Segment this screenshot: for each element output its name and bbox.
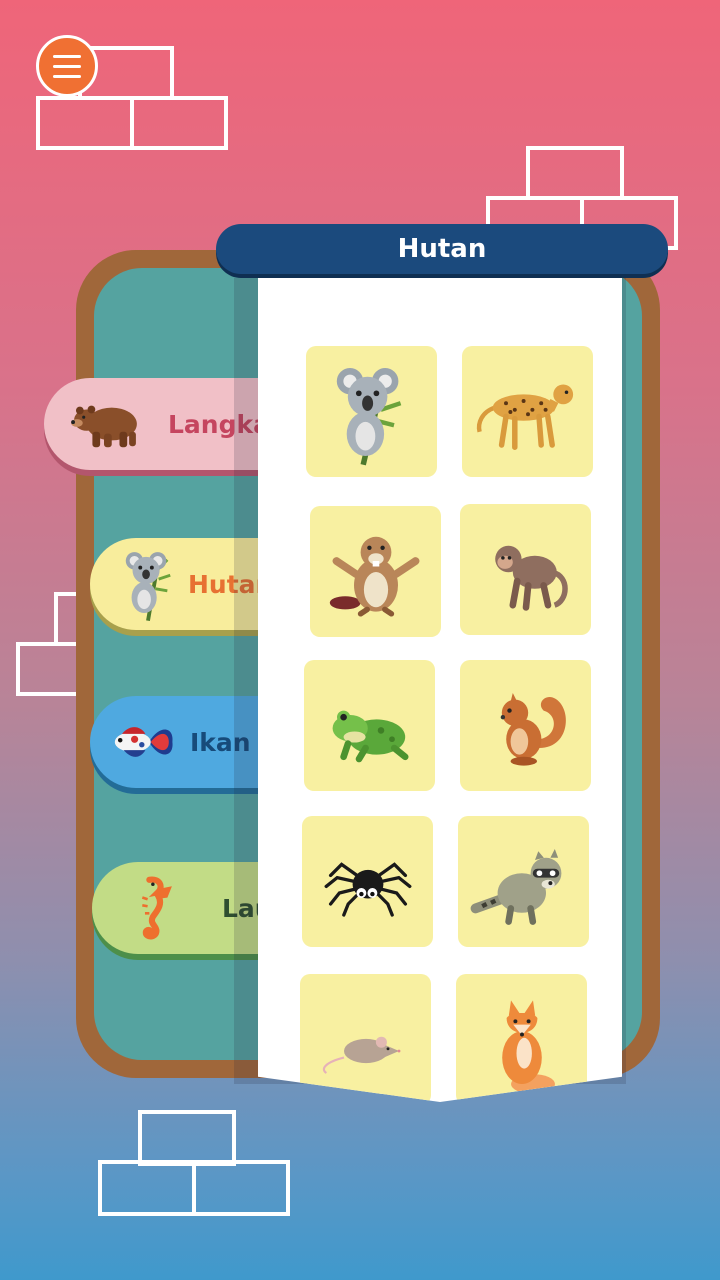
decor-brick (138, 1110, 236, 1166)
beaver-icon (329, 536, 419, 617)
menu-button[interactable] (36, 35, 98, 97)
animal-tile-frog[interactable] (304, 660, 435, 791)
squirrel-icon (500, 692, 566, 766)
raccoon-icon (470, 848, 561, 925)
animal-tile-spider[interactable] (302, 816, 433, 947)
frog-icon (332, 710, 408, 762)
cheetah-icon (476, 384, 573, 450)
decor-brick (36, 96, 134, 150)
hamburger-icon-line (53, 64, 81, 68)
panel-title: Hutan (216, 224, 668, 274)
animal-tile-monkey[interactable] (460, 504, 591, 635)
animal-tile-beaver[interactable] (310, 506, 441, 637)
koala-icon (108, 544, 188, 624)
spider-icon (324, 861, 411, 917)
animal-tile-squirrel[interactable] (460, 660, 591, 791)
koala-icon (336, 367, 401, 465)
animal-tile-cheetah[interactable] (462, 346, 593, 477)
animal-panel (258, 260, 622, 1102)
animal-tile-fox[interactable] (456, 974, 587, 1102)
hamburger-icon-line (53, 74, 81, 78)
betta-fish-icon (100, 702, 180, 782)
animal-tile-raccoon[interactable] (458, 816, 589, 947)
decor-brick (98, 1160, 196, 1216)
hamburger-icon-line (53, 54, 81, 58)
mouse-icon (322, 1036, 400, 1074)
bear-icon (64, 384, 144, 464)
animal-tile-mouse[interactable] (300, 974, 431, 1102)
animal-tile-koala[interactable] (306, 346, 437, 477)
seahorse-icon (112, 868, 192, 948)
decor-brick (526, 146, 624, 200)
decor-brick (130, 96, 228, 150)
decor-brick (192, 1160, 290, 1216)
fox-icon (501, 999, 555, 1094)
monkey-icon (494, 545, 568, 611)
